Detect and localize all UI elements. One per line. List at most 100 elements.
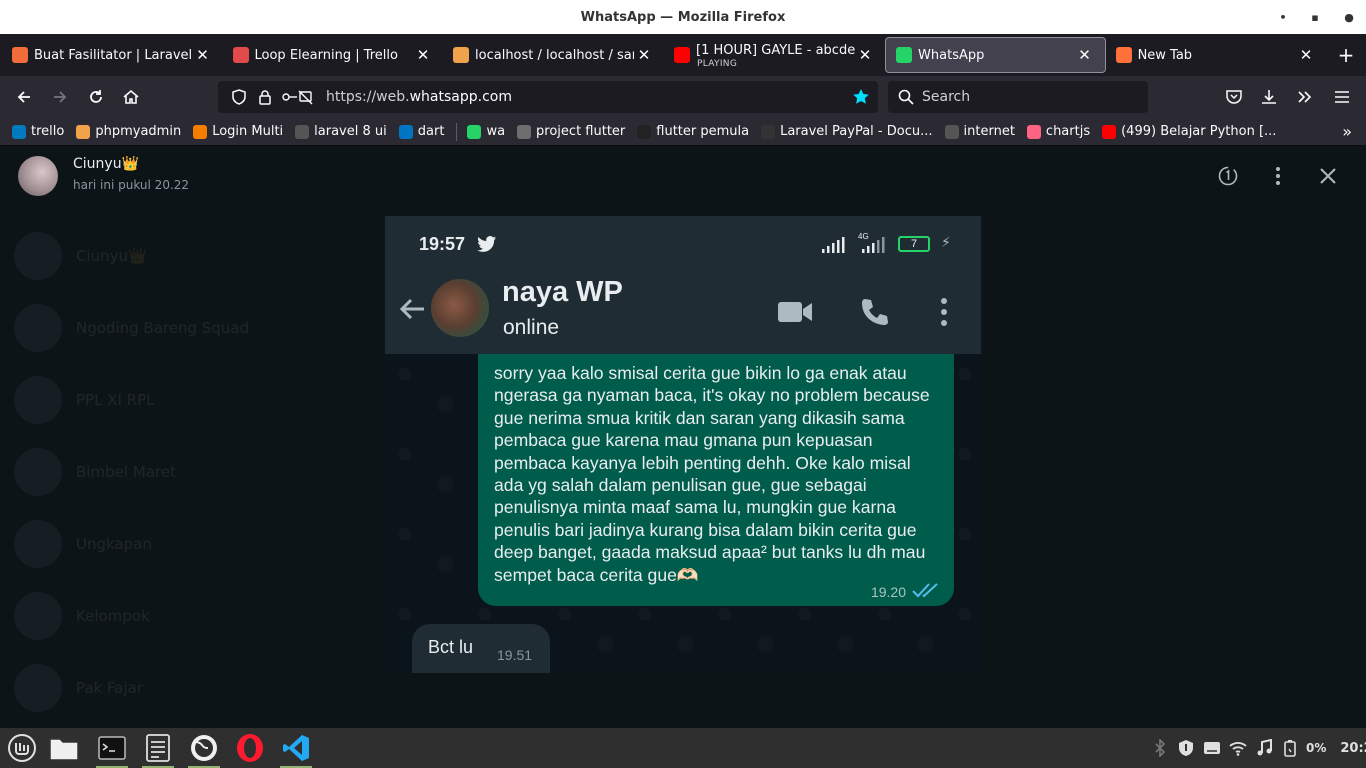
bookmark-item[interactable]: flutter pemula	[637, 124, 749, 139]
tab-firefox[interactable]: New Tab ✕	[1106, 37, 1327, 73]
firefox-button[interactable]	[182, 728, 226, 768]
tab-label: localhost / localhost / sama	[475, 47, 634, 63]
chat-contact-status: online	[503, 316, 560, 339]
home-button[interactable]	[113, 81, 149, 113]
close-icon	[1320, 168, 1336, 184]
voice-call-button	[854, 292, 894, 332]
background-chat-name: Kelompok	[76, 607, 150, 625]
more-options-button[interactable]	[1263, 161, 1293, 191]
mint-menu-button[interactable]	[0, 728, 44, 768]
close-viewer-button[interactable]	[1313, 161, 1343, 191]
forward-button[interactable]	[42, 81, 78, 113]
keyboard-icon[interactable]	[1202, 738, 1222, 758]
bookmarks-overflow-button[interactable]: »	[1342, 122, 1352, 141]
bookmark-item[interactable]: Login Multi	[193, 124, 283, 139]
cell-signal-4g-icon	[862, 237, 885, 253]
phone-status-bar: 19:57 4G 7 ⚡	[385, 216, 981, 272]
bookmark-label: phpmyadmin	[95, 124, 182, 139]
system-clock[interactable]: 20:24	[1340, 741, 1366, 756]
dart-icon	[398, 124, 413, 139]
background-chat-avatar	[14, 232, 62, 280]
chat-messages: sorry yaa kalo smisal cerita gue bikin l…	[385, 354, 981, 673]
downloads-button[interactable]	[1252, 81, 1286, 113]
search-bar[interactable]: Search	[888, 81, 1148, 113]
folder-icon	[49, 738, 79, 761]
pocket-icon	[1226, 90, 1242, 104]
view-once-button[interactable]	[1213, 161, 1243, 191]
media-viewer-header: Ciunyu👑 hari ini pukul 20.22	[0, 146, 1366, 206]
bookmark-item[interactable]: wa	[467, 124, 505, 139]
maximize-button[interactable]: ▪	[1298, 0, 1332, 34]
lock-icon[interactable]	[254, 86, 276, 108]
pocket-button[interactable]	[1217, 81, 1251, 113]
bookmark-item[interactable]: phpmyadmin	[76, 124, 181, 139]
tab-trello[interactable]: Loop Elearning | Trello ✕	[223, 37, 444, 73]
bookmark-separator	[456, 122, 458, 141]
close-tab-icon[interactable]: ✕	[634, 46, 654, 64]
tab-laravel[interactable]: Buat Fasilitator | Laravel ✕	[2, 37, 223, 73]
close-tab-icon[interactable]: ✕	[193, 46, 213, 64]
kebab-menu-icon	[941, 298, 947, 326]
background-chat-avatar	[14, 448, 62, 496]
bookmark-item[interactable]: internet	[944, 124, 1015, 139]
bookmark-item[interactable]: trello	[12, 124, 64, 139]
arrow-left-icon	[399, 298, 424, 320]
chat-contact-name: naya WP	[502, 276, 623, 308]
search-icon	[898, 89, 914, 105]
background-chat-avatar	[14, 304, 62, 352]
terminal-icon	[98, 736, 126, 760]
close-tab-icon[interactable]: ✕	[855, 46, 875, 64]
close-window-button[interactable]: ●	[1332, 0, 1366, 34]
terminal-button[interactable]	[90, 728, 134, 768]
wifi-icon[interactable]	[1228, 738, 1248, 758]
permissions-icon[interactable]	[280, 86, 314, 108]
download-icon	[1262, 90, 1276, 104]
bookmark-item[interactable]: (499) Belajar Python [...	[1102, 124, 1276, 139]
background-chat-name: Pak Fajar	[76, 679, 143, 697]
opera-button[interactable]	[228, 728, 272, 768]
heart-icon	[761, 124, 776, 139]
bookmark-label: wa	[486, 124, 506, 139]
tab-label: [1 HOUR] GAYLE - abcdefu (	[696, 42, 856, 58]
back-button[interactable]	[6, 81, 42, 113]
minimize-button[interactable]: •	[1266, 0, 1300, 34]
music-note-icon[interactable]	[1254, 738, 1274, 758]
bookmark-item[interactable]: Laravel PayPal - Docu...	[761, 124, 933, 139]
firefox-icon	[191, 735, 217, 761]
bookmark-item[interactable]: chartjs	[1026, 124, 1090, 139]
app-menu-button[interactable]	[1325, 81, 1359, 113]
new-tab-button[interactable]: +	[1326, 43, 1366, 67]
bookmark-star-icon[interactable]	[850, 86, 872, 108]
text-editor-button[interactable]	[136, 728, 180, 768]
reload-button[interactable]	[78, 81, 114, 113]
close-tab-icon[interactable]: ✕	[1296, 46, 1316, 64]
sender-avatar[interactable]	[18, 156, 58, 196]
bookmark-item[interactable]: dart	[398, 124, 444, 139]
sender-name[interactable]: Ciunyu👑	[73, 156, 139, 172]
cell-signal-icon	[822, 237, 845, 253]
laravel-icon	[12, 47, 28, 63]
tab-whatsapp[interactable]: WhatsApp ✕	[885, 37, 1106, 73]
github-icon	[517, 124, 532, 139]
close-tab-icon[interactable]: ✕	[413, 46, 433, 64]
battery-icon[interactable]	[1280, 738, 1300, 758]
bluetooth-icon[interactable]	[1150, 738, 1170, 758]
update-shield-icon[interactable]	[1176, 738, 1196, 758]
url-bar[interactable]: https://web.whatsapp.com	[218, 81, 878, 113]
phpmyadmin-icon	[76, 124, 91, 139]
youtube-icon	[674, 47, 691, 63]
twitter-icon	[477, 236, 496, 252]
tab-youtube[interactable]: [1 HOUR] GAYLE - abcdefu (PLAYING ✕	[664, 37, 885, 73]
vscode-button[interactable]	[274, 728, 318, 768]
background-chat-name: Ungkapan	[76, 535, 152, 553]
overflow-menu-button[interactable]	[1288, 81, 1322, 113]
trello-icon	[12, 124, 26, 139]
background-chat-avatar	[14, 376, 62, 424]
close-tab-icon[interactable]: ✕	[1075, 46, 1095, 64]
bookmark-item[interactable]: laravel 8 ui	[295, 124, 387, 139]
url-text[interactable]: https://web.whatsapp.com	[326, 89, 850, 105]
bookmark-item[interactable]: project flutter	[517, 124, 625, 139]
tracking-protection-icon[interactable]	[228, 86, 250, 108]
files-button[interactable]	[42, 728, 86, 768]
tab-phpmyadmin[interactable]: localhost / localhost / sama✕	[443, 37, 664, 73]
